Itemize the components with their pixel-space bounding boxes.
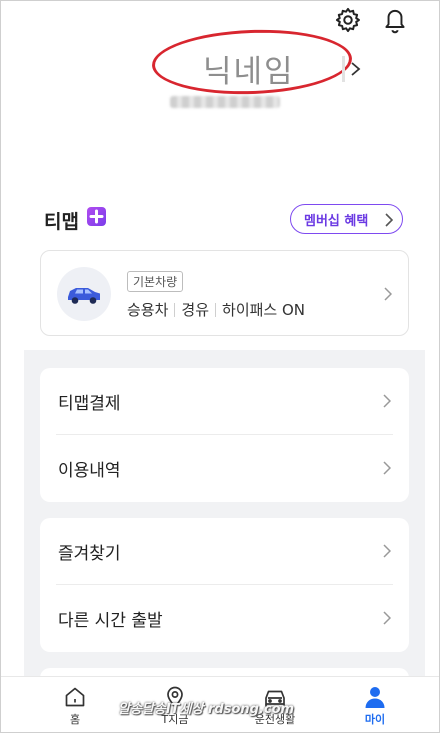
chevron-right-icon (384, 287, 392, 301)
menu-item-depart-later[interactable]: 다른 시간 출발 (40, 585, 409, 651)
divider (215, 302, 217, 317)
membership-benefits-button[interactable]: 멤버십 혜택 (290, 204, 403, 234)
nav-label-home: 홈 (69, 713, 81, 726)
car-icon (68, 288, 100, 304)
chevron-right-icon (383, 611, 391, 625)
chevron-right-icon (383, 394, 391, 408)
default-vehicle-badge: 기본차량 (127, 271, 184, 292)
vehicle-card[interactable]: 기본차량 승용차 경유 하이패스 ON (40, 250, 409, 336)
profile-chevron-icon[interactable] (340, 56, 362, 82)
nav-tab-my[interactable]: 마이 (331, 677, 419, 733)
payment-menu-card: 티맵결제 이용내역 (40, 368, 409, 502)
menu-item-usage-history[interactable]: 이용내역 (40, 435, 409, 501)
vehicle-info: 승용차 경유 하이패스 ON (127, 299, 305, 320)
tmap-plus-icon (87, 207, 106, 226)
menu-item-tmap-pay[interactable]: 티맵결제 (40, 368, 409, 434)
divider (174, 302, 176, 317)
chevron-right-icon (383, 461, 391, 475)
vehicle-fuel: 경유 (181, 301, 210, 319)
membership-button-label: 멤버십 혜택 (304, 213, 369, 229)
vehicle-hipass: 하이패스 ON (222, 301, 306, 319)
menu-item-label: 즐겨찾기 (58, 543, 121, 564)
menu-item-label: 다른 시간 출발 (58, 610, 163, 631)
menu-item-label: 이용내역 (58, 460, 121, 481)
chevron-right-icon (383, 544, 391, 558)
menu-item-label: 티맵결제 (58, 393, 121, 414)
vehicle-type: 승용차 (127, 301, 169, 319)
person-icon (365, 687, 385, 708)
favorites-menu-card: 즐겨찾기 다른 시간 출발 (40, 518, 409, 652)
watermark: 알송달송IT세상 rdsong.com (118, 702, 295, 717)
home-icon (65, 687, 85, 707)
nav-label-my: 마이 (364, 713, 386, 726)
nav-tab-home[interactable]: 홈 (31, 677, 119, 733)
settings-gear-icon[interactable] (334, 6, 362, 34)
masked-phone-number (170, 96, 280, 108)
chevron-right-icon (385, 213, 393, 227)
car-avatar (57, 267, 111, 321)
menu-item-favorites[interactable]: 즐겨찾기 (40, 518, 409, 584)
tmap-title: 티맵 (44, 211, 79, 233)
notification-bell-icon[interactable] (382, 6, 410, 34)
